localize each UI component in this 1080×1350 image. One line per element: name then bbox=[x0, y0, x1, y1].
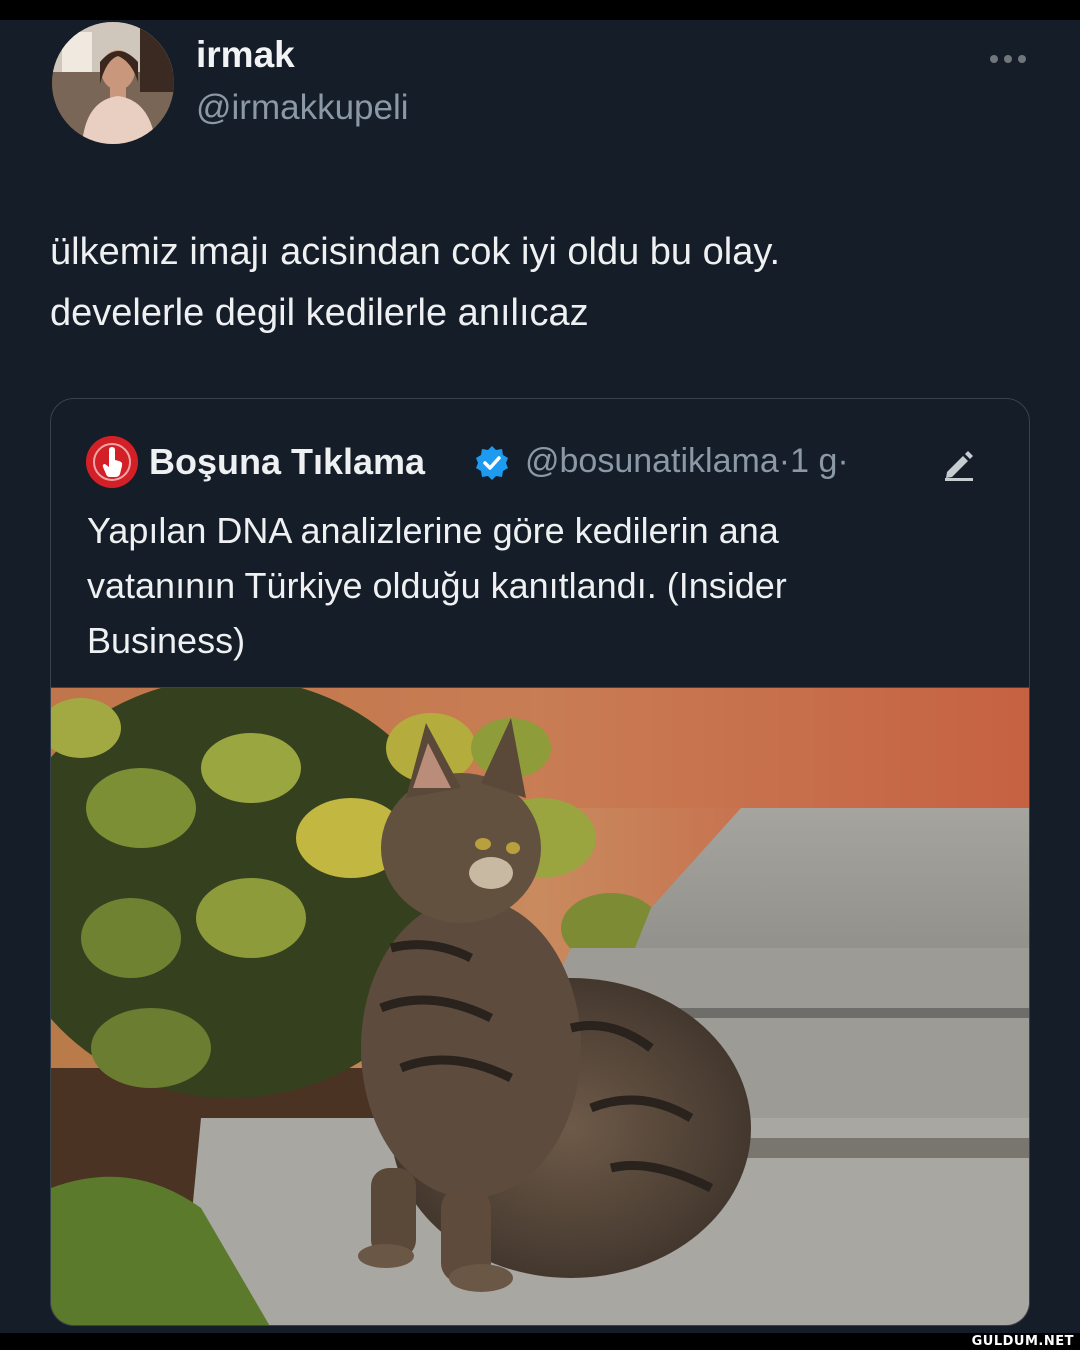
edited-pencil-icon[interactable] bbox=[941, 446, 977, 482]
avatar-photo bbox=[52, 22, 174, 144]
quoted-tweet-card[interactable]: Boşuna Tıklama @bosunatiklama·1 g· Yapıl… bbox=[50, 398, 1030, 1326]
cat-photo bbox=[51, 688, 1029, 1325]
author-avatar[interactable] bbox=[52, 22, 174, 144]
author-name[interactable]: irmak bbox=[196, 34, 295, 76]
quoted-tweet-text: Yapılan DNA analizlerine göre kedilerin … bbox=[87, 503, 987, 668]
quoted-tweet-time[interactable]: 1 g bbox=[790, 442, 837, 481]
quoted-text-line: Yapılan DNA analizlerine göre kedilerin … bbox=[87, 510, 779, 551]
quoted-text-line: vatanının Türkiye olduğu kanıtlandı. (In… bbox=[87, 565, 787, 606]
verified-badge-icon bbox=[473, 444, 511, 482]
bottom-black-bar bbox=[0, 1333, 1080, 1350]
meta-separator: · bbox=[778, 442, 791, 480]
top-black-bar bbox=[0, 0, 1080, 20]
quoted-author-handle[interactable]: @bosunatiklama bbox=[525, 442, 779, 481]
quoted-tweet-media[interactable] bbox=[51, 687, 1029, 1325]
hand-pointer-icon bbox=[86, 436, 138, 488]
quoted-tweet-meta: @bosunatiklama·1 g· bbox=[525, 442, 849, 481]
tweet-text: ülkemiz imajı acisindan cok iyi oldu bu … bbox=[50, 222, 1030, 344]
quoted-text-line: Business) bbox=[87, 620, 246, 661]
tweet-text-line: develerle degil kedilerle anılıcaz bbox=[50, 292, 589, 334]
quoted-author-avatar[interactable] bbox=[86, 436, 138, 488]
meta-separator: · bbox=[837, 442, 849, 480]
tweet-text-line: ülkemiz imajı acisindan cok iyi oldu bu … bbox=[50, 231, 781, 273]
more-horizontal-icon[interactable] bbox=[988, 40, 1028, 72]
author-handle[interactable]: @irmakkupeli bbox=[196, 88, 409, 128]
quoted-author-name[interactable]: Boşuna Tıklama bbox=[149, 441, 425, 483]
watermark: GULDUM.NET bbox=[971, 1334, 1074, 1349]
